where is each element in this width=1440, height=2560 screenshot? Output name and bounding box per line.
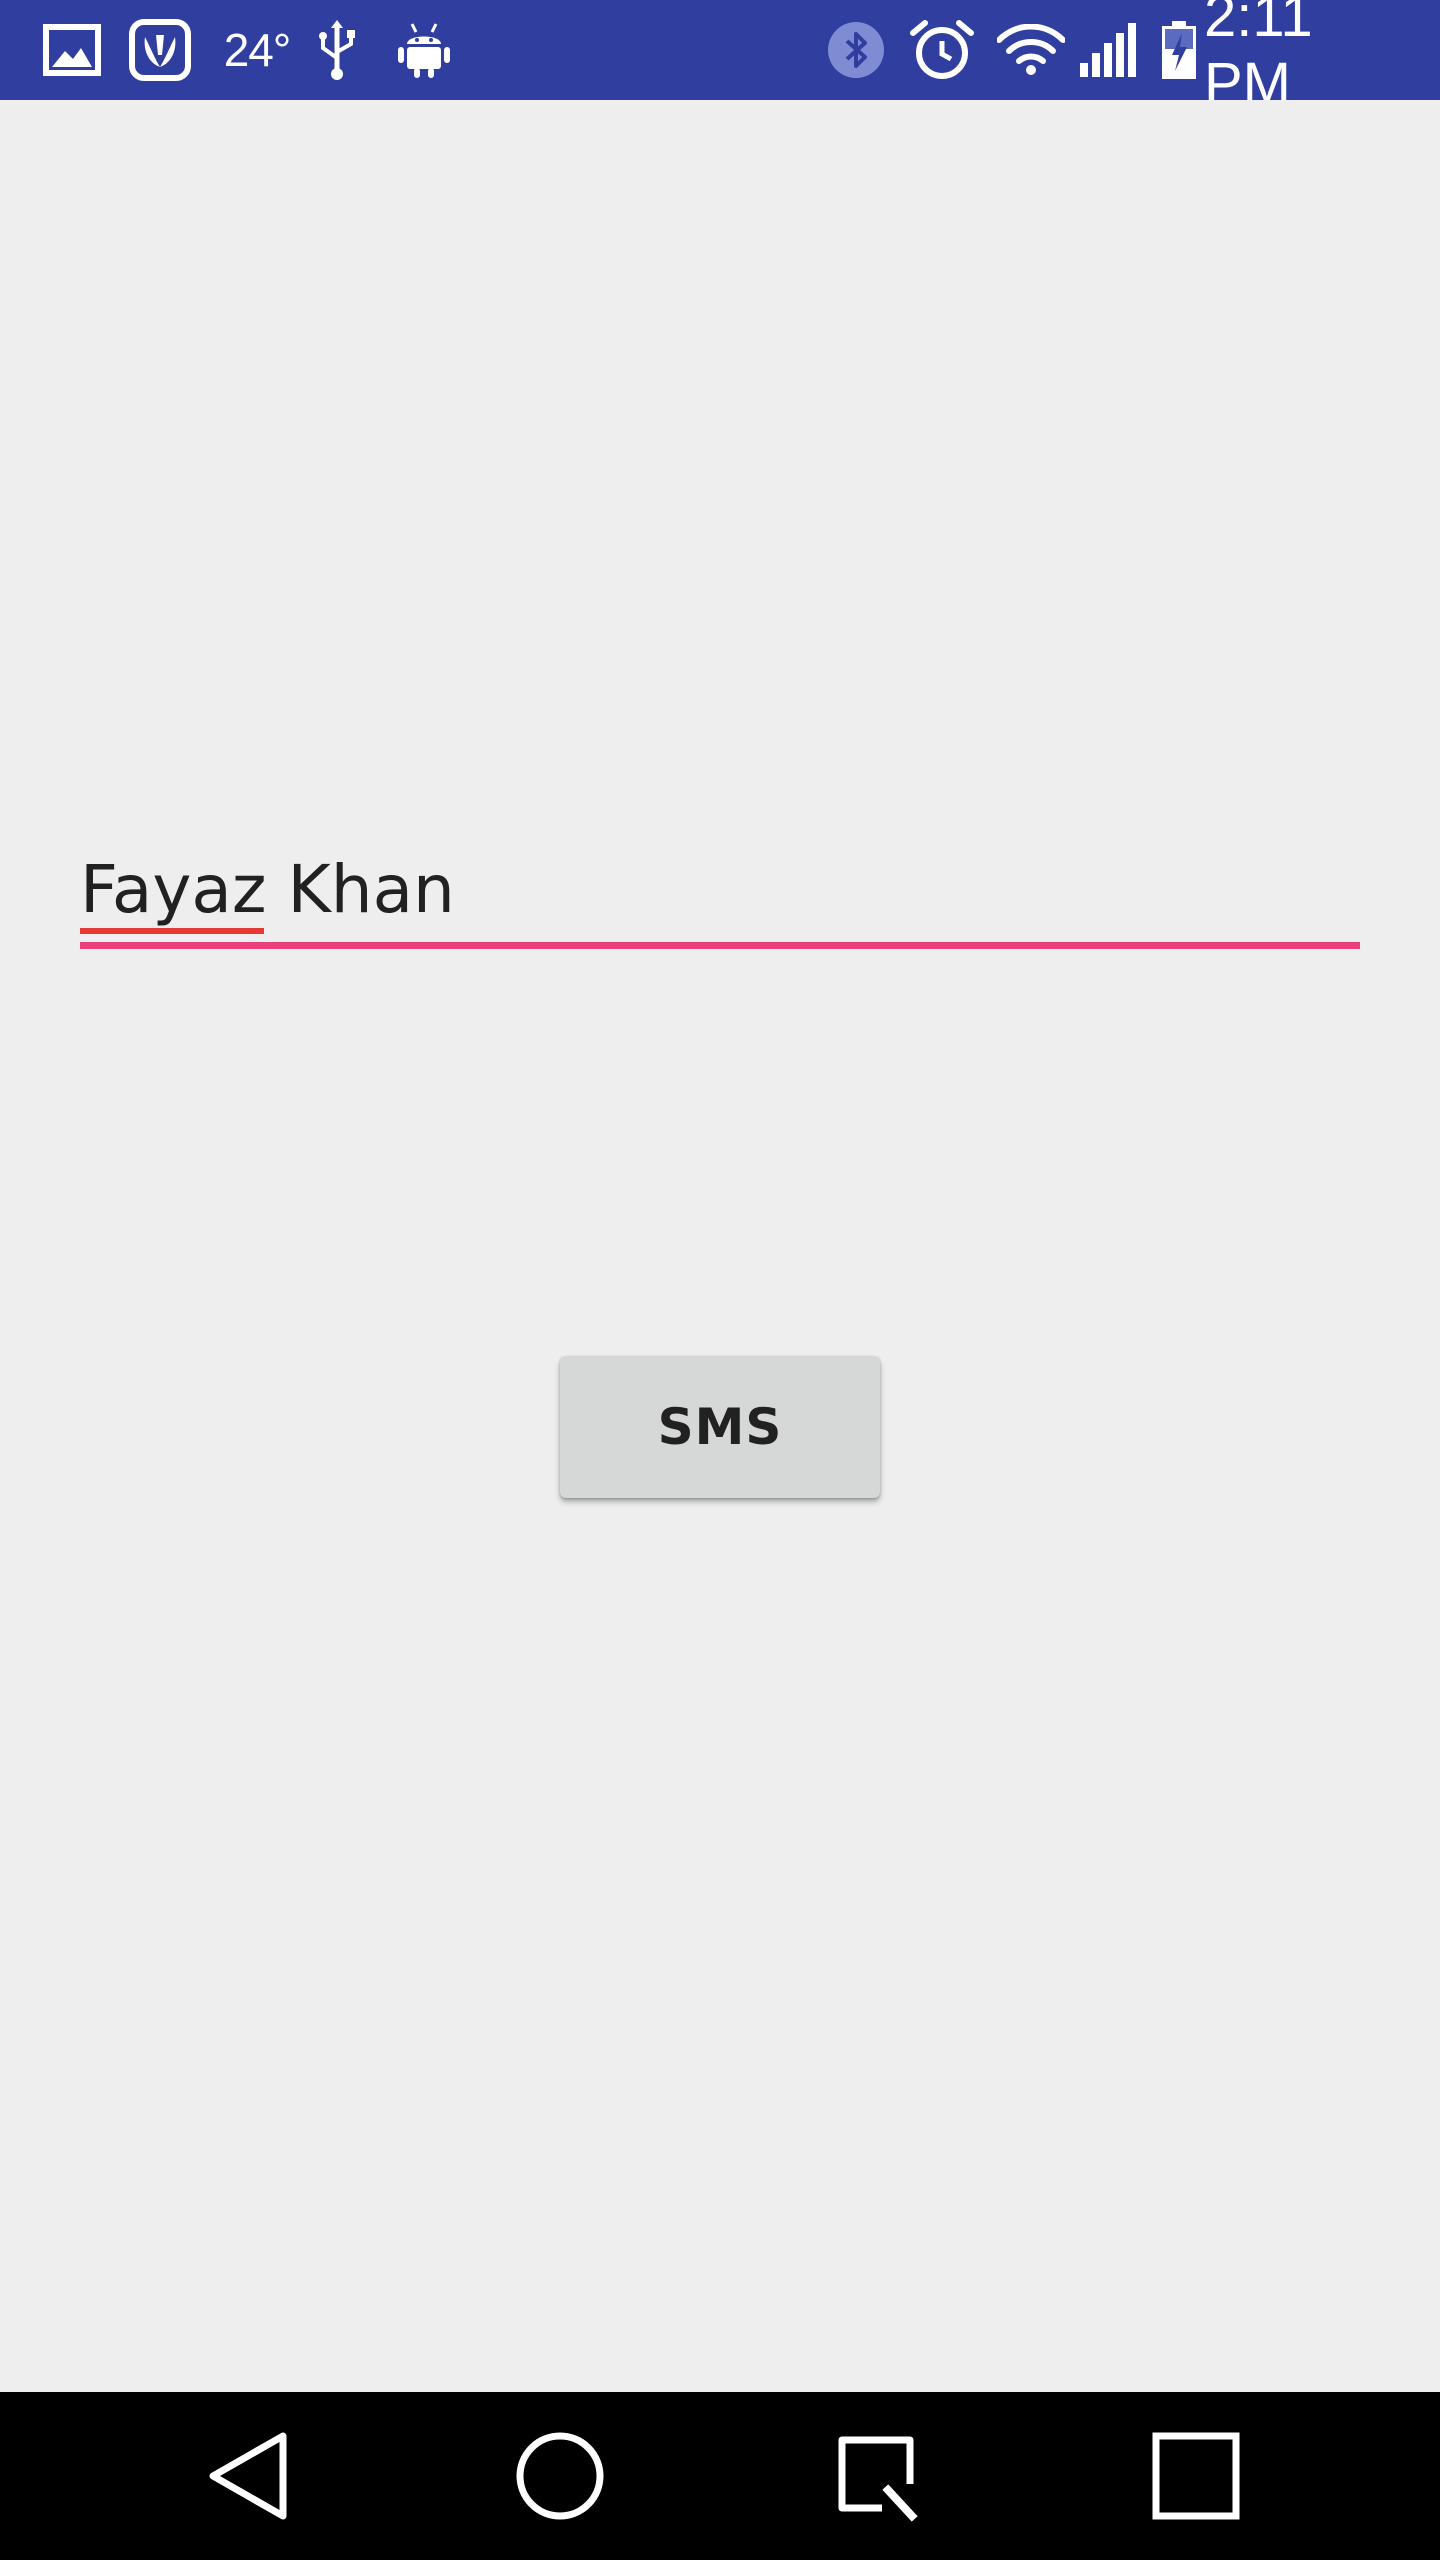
input-underline [80,942,1360,949]
spellcheck-underline [80,928,264,934]
recents-button[interactable] [798,2392,958,2560]
signal-icon [1076,0,1138,100]
back-button[interactable] [168,2392,328,2560]
main-content: Fayaz Khan SMS [0,100,1440,2392]
back-icon [209,2432,287,2520]
name-input[interactable]: Fayaz Khan [80,840,1360,950]
battery-charging-icon [1158,0,1200,100]
usb-icon [314,0,360,100]
square-button[interactable] [1116,2392,1276,2560]
recents-icon [838,2436,918,2522]
gallery-icon [40,0,104,100]
bluetooth-icon [826,0,886,100]
saavn-icon [126,0,194,100]
navigation-bar [0,2392,1440,2560]
android-debug-icon [394,0,454,100]
square-icon [1152,2432,1240,2520]
home-button[interactable] [480,2392,640,2560]
status-bar: 24° 2:11 PM [0,0,1440,116]
wifi-icon [996,0,1066,100]
status-clock: 2:11 PM [1204,0,1313,116]
home-icon [516,2432,604,2520]
alarm-icon [908,0,976,100]
temperature-text: 24° [223,24,292,76]
sms-button[interactable]: SMS [560,1356,880,1498]
name-input-value: Fayaz Khan [80,851,455,928]
